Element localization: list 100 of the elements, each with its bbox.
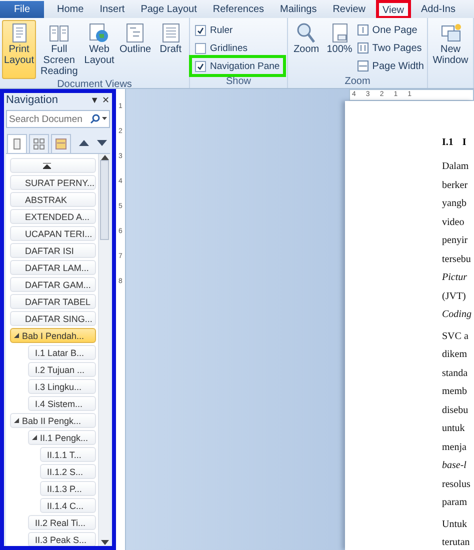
dropdown-icon[interactable]	[102, 117, 107, 121]
document-icon	[160, 22, 182, 44]
text-line: untuk	[442, 422, 466, 436]
heading-item[interactable]: UCAPAN TERI...	[10, 226, 96, 241]
group-label: Show	[224, 76, 252, 88]
text-line: disebu	[442, 404, 470, 418]
ribbon-tab[interactable]: References	[208, 1, 270, 18]
heading-item[interactable]: I.3 Lingku...	[28, 379, 96, 394]
up-arrow-icon[interactable]	[79, 139, 89, 147]
search-icon	[90, 114, 100, 124]
text-line: terutan	[442, 536, 471, 550]
heading-item[interactable]: DAFTAR LAM...	[10, 260, 96, 275]
view-button[interactable]: Outline	[118, 20, 152, 79]
pane-view-tab[interactable]	[51, 134, 71, 153]
text-line: berker	[442, 178, 469, 192]
results-icon	[55, 138, 67, 150]
heading-item[interactable]: II.1 Pengk...	[28, 430, 96, 445]
ribbon-tab[interactable]: Review	[328, 1, 370, 18]
text-line: menja	[442, 440, 468, 454]
down-arrow-icon[interactable]	[97, 139, 107, 147]
zoom-option-button[interactable]: Two Pages	[356, 40, 425, 56]
group-label: Document Views	[56, 79, 133, 91]
text-line: resolus	[442, 478, 472, 492]
text-line: Coding	[442, 308, 472, 322]
heading-item[interactable]: ABSTRAK	[10, 192, 96, 207]
view-button[interactable]: Web Layout	[82, 20, 116, 79]
heading-item[interactable]: II.3 Peak S...	[28, 532, 96, 546]
heading-item[interactable]: II.1.2 S...	[40, 464, 96, 479]
ribbon-tab[interactable]: Mailings	[275, 1, 322, 18]
text-line: (JVT)	[442, 290, 467, 304]
checkbox[interactable]: Ruler	[192, 22, 283, 38]
ribbon-tab[interactable]: Page Layout	[136, 1, 202, 18]
pane-view-tab[interactable]	[29, 134, 49, 153]
new-window-button[interactable]: New Window	[430, 20, 471, 88]
heading-item[interactable]: II.2 Real Ti...	[28, 515, 96, 530]
file-tab[interactable]: File	[0, 1, 44, 18]
pane-menu-button[interactable]: ▼	[90, 95, 99, 105]
down-arrow-icon[interactable]	[100, 540, 108, 546]
zoom-option-button[interactable]: One Page	[356, 22, 425, 38]
ribbon-tab[interactable]: Add-Ins	[416, 1, 460, 18]
globe-icon	[88, 22, 110, 44]
heading-item[interactable]: I.1 Latar B...	[28, 345, 96, 360]
search-field[interactable]: Search Documen	[6, 110, 110, 128]
collapse-all-button[interactable]	[10, 158, 96, 173]
headings-icon	[11, 138, 23, 150]
expanded-triangle-icon[interactable]	[32, 435, 37, 440]
ribbon-tab[interactable]: Home	[52, 1, 89, 18]
check-icon	[197, 26, 204, 34]
heading-item[interactable]: II.1.1 T...	[40, 447, 96, 462]
group-label: Zoom	[344, 76, 372, 88]
heading-item[interactable]: SURAT PERNY...	[10, 175, 96, 190]
heading-item[interactable]: DAFTAR GAM...	[10, 277, 96, 292]
view-button[interactable]: Print Layout	[2, 20, 36, 79]
text-line: SVC a	[442, 330, 470, 344]
text-line: Dalam	[442, 160, 470, 174]
text-line: Pictur	[442, 271, 468, 285]
expanded-triangle-icon[interactable]	[14, 418, 19, 423]
heading-item[interactable]: DAFTAR SING...	[10, 311, 96, 326]
zoom-button[interactable]: Zoom	[290, 20, 323, 76]
up-arrow-icon	[43, 162, 51, 168]
text-line: memb	[442, 385, 468, 399]
heading-item[interactable]: EXTENDED A...	[10, 209, 96, 224]
windows-icon	[440, 22, 462, 44]
view-button[interactable]: Full Screen Reading	[38, 20, 80, 79]
scroll-thumb[interactable]	[100, 160, 109, 240]
heading-item[interactable]: Bab I Pendah...	[10, 328, 96, 343]
up-arrow-icon[interactable]	[100, 154, 108, 160]
text-line: penyir	[442, 234, 469, 248]
ribbon-tab[interactable]: View	[376, 1, 410, 18]
heading-item[interactable]: II.1.4 C...	[40, 498, 96, 513]
heading-item[interactable]: DAFTAR TABEL	[10, 294, 96, 309]
text-line: video	[442, 216, 466, 230]
ribbon-tab[interactable]: Insert	[94, 1, 130, 18]
text-line: base-l	[442, 459, 468, 473]
heading-item[interactable]: I.4 Sistem...	[28, 396, 96, 411]
text-line: standa	[442, 366, 469, 380]
expanded-triangle-icon[interactable]	[14, 333, 19, 338]
view-button[interactable]: Draft	[154, 20, 187, 79]
check-icon	[197, 62, 204, 70]
pane-view-tab[interactable]	[7, 134, 27, 153]
checkbox[interactable]: Gridlines	[192, 40, 283, 56]
close-button[interactable]: ✕	[102, 95, 110, 105]
heading-item[interactable]: I.2 Tujuan ...	[28, 362, 96, 377]
page-icon	[357, 60, 370, 72]
checkbox[interactable]: Navigation Pane	[192, 58, 283, 74]
pane-title: Navigation	[6, 94, 59, 106]
text-line: yangb	[442, 197, 468, 211]
scrollbar[interactable]	[98, 154, 110, 546]
magnifier-icon	[295, 22, 318, 44]
heading-item[interactable]: II.1.3 P...	[40, 481, 96, 496]
thumbnails-icon	[33, 138, 45, 150]
text-line: Untuk	[442, 518, 468, 532]
text-line: param	[442, 496, 468, 510]
text-line: tersebu	[442, 252, 472, 266]
zoom-option-button[interactable]: Page Width	[356, 58, 425, 74]
zoom-button[interactable]: 100%	[324, 20, 354, 76]
heading-item[interactable]: Bab II Pengk...	[10, 413, 96, 428]
page-icon	[357, 24, 370, 36]
heading-text: I.1	[442, 137, 454, 150]
heading-item[interactable]: DAFTAR ISI	[10, 243, 96, 258]
